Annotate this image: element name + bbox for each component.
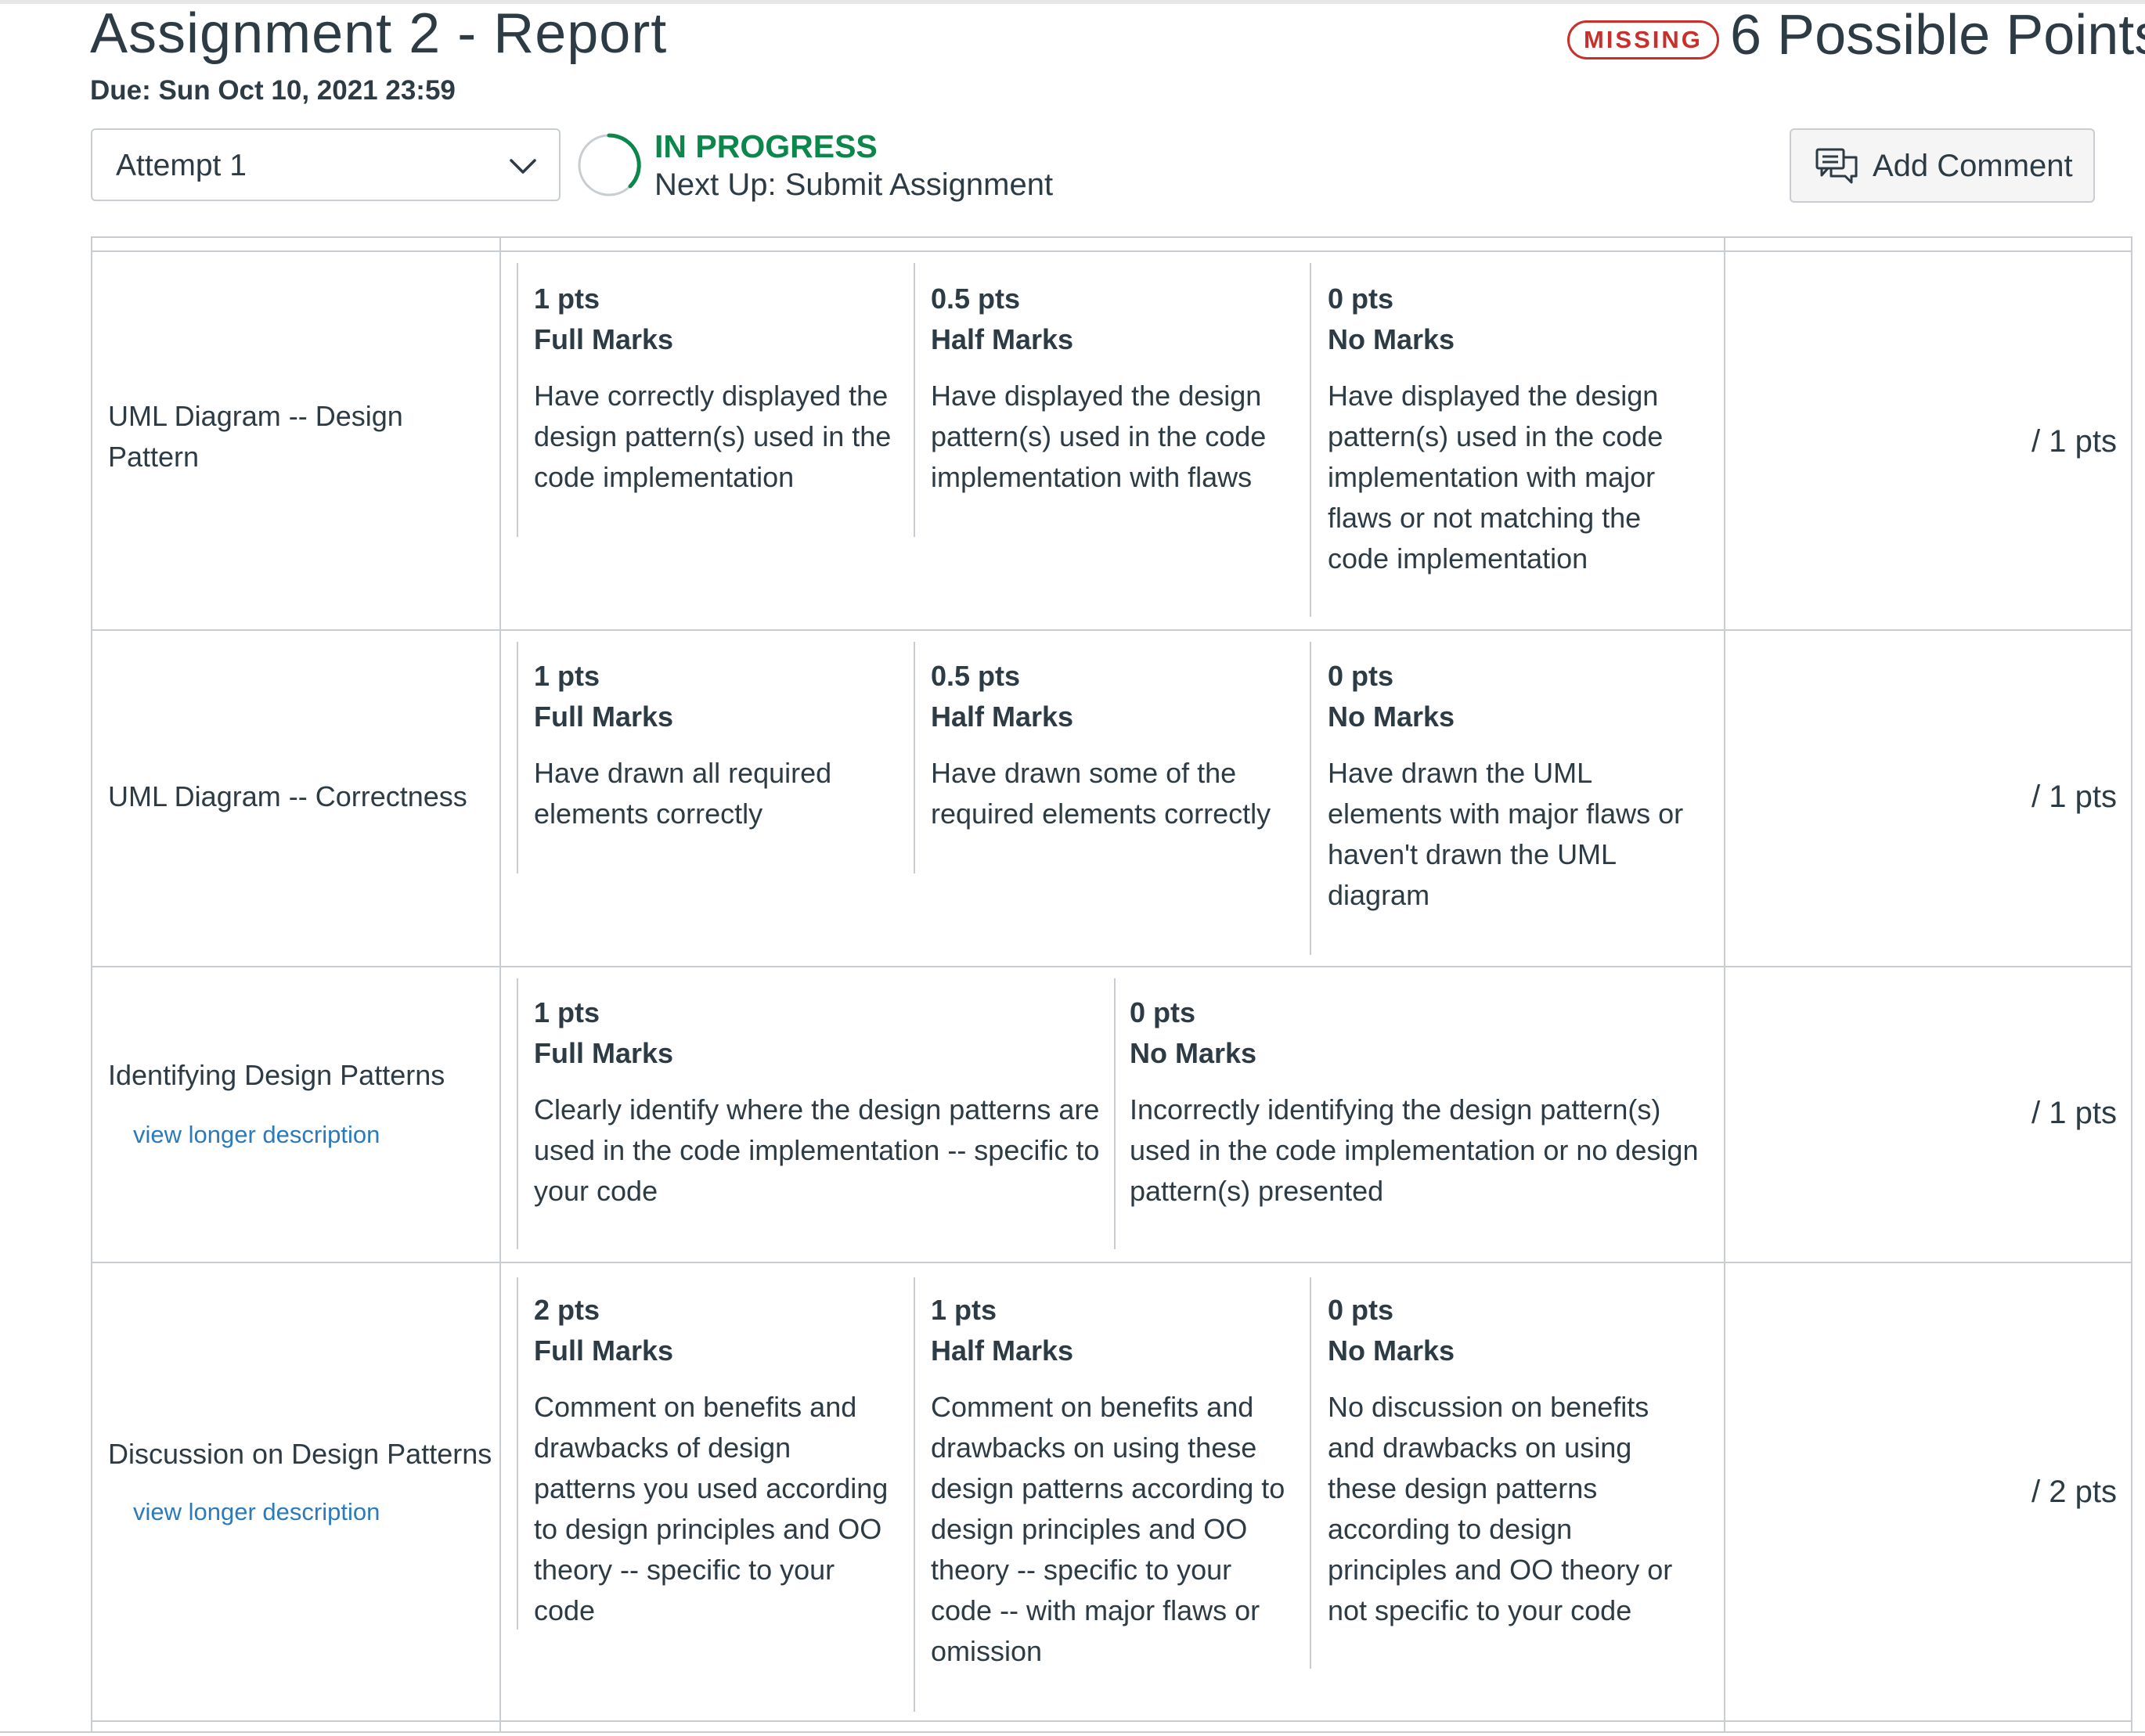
rating-title: Full Marks <box>534 1037 674 1069</box>
possible-points: 6 Possible Points <box>1730 4 2145 67</box>
rating-description: Comment on benefits and drawbacks on usi… <box>931 1391 1285 1667</box>
rating-cell[interactable]: 2 pts Full Marks Comment on benefits and… <box>534 1290 894 1631</box>
rating-divider <box>517 263 518 537</box>
rating-divider <box>914 263 915 537</box>
criterion-name: UML Diagram -- Correctness <box>108 780 467 812</box>
bottom-divider <box>0 1731 2145 1733</box>
table-right-border <box>2131 236 2132 1731</box>
table-top-border <box>91 236 2132 238</box>
assignment-title: Assignment 2 - Report <box>90 2 668 65</box>
view-longer-description-link[interactable]: view longer description <box>133 1498 380 1526</box>
attempt-select-value: Attempt 1 <box>116 149 247 182</box>
score-column-border <box>1724 236 1725 1731</box>
rating-divider <box>914 1277 915 1712</box>
rating-divider <box>517 1277 518 1630</box>
rating-description: Have drawn the UML elements with major f… <box>1328 757 1684 911</box>
rating-title: No Marks <box>1328 1334 1455 1367</box>
rating-points: 0 pts <box>1328 660 1394 692</box>
criterion-name: Identifying Design Patterns <box>108 1059 445 1091</box>
rating-points: 0.5 pts <box>931 660 1021 692</box>
rating-description: Incorrectly identifying the design patte… <box>1130 1093 1699 1207</box>
rating-title: No Marks <box>1328 323 1455 355</box>
criterion-name: Discussion on Design Patterns <box>108 1438 492 1470</box>
rating-description: Have displayed the design pattern(s) use… <box>1328 380 1664 574</box>
rating-description: Comment on benefits and drawbacks of des… <box>534 1391 889 1626</box>
rating-divider <box>1310 642 1311 955</box>
row-divider <box>91 629 2132 631</box>
rating-cell[interactable]: 0 pts No Marks Incorrectly identifying t… <box>1130 992 1701 1212</box>
view-longer-description-link[interactable]: view longer description <box>133 1121 380 1149</box>
rating-title: Half Marks <box>931 1334 1074 1367</box>
rating-title: No Marks <box>1130 1037 1257 1069</box>
due-date: Due: Sun Oct 10, 2021 23:59 <box>90 75 456 106</box>
rating-divider <box>1310 1277 1311 1669</box>
rating-cell[interactable]: 0 pts No Marks Have displayed the design… <box>1328 279 1696 579</box>
rating-divider <box>914 642 915 873</box>
rating-title: Full Marks <box>534 701 674 733</box>
row-divider <box>91 1262 2132 1263</box>
rating-description: Have correctly displayed the design patt… <box>534 380 892 493</box>
rating-points: 1 pts <box>931 1294 997 1326</box>
rating-points: 1 pts <box>534 660 600 692</box>
rating-title: Half Marks <box>931 323 1074 355</box>
row-divider <box>91 1720 2132 1722</box>
rating-points: 1 pts <box>534 283 600 315</box>
rating-cell[interactable]: 1 pts Full Marks Clearly identify where … <box>534 992 1105 1212</box>
rating-points: 2 pts <box>534 1294 600 1326</box>
rating-title: Half Marks <box>931 701 1074 733</box>
table-header-border <box>91 250 2132 252</box>
progress-ring-icon <box>578 133 641 196</box>
table-left-border <box>91 236 92 1731</box>
rating-cell[interactable]: 1 pts Half Marks Comment on benefits and… <box>931 1290 1299 1672</box>
rating-divider <box>1310 263 1311 617</box>
rating-points: 0 pts <box>1328 1294 1394 1326</box>
criterion-name: UML Diagram -- Design Pattern <box>108 400 403 473</box>
rating-points: 0 pts <box>1130 996 1196 1028</box>
rating-cell[interactable]: 1 pts Full Marks Have drawn all required… <box>534 656 894 834</box>
attempt-select[interactable]: Attempt 1 <box>91 128 561 201</box>
rating-divider <box>1114 978 1116 1249</box>
rating-points: 0 pts <box>1328 283 1394 315</box>
rating-divider <box>517 642 518 873</box>
rating-points: 1 pts <box>534 996 600 1028</box>
rating-title: Full Marks <box>534 1334 674 1367</box>
rating-points: 0.5 pts <box>931 283 1021 315</box>
rating-cell[interactable]: 0.5 pts Half Marks Have drawn some of th… <box>931 656 1291 834</box>
workflow-status: IN PROGRESS <box>654 128 878 164</box>
rating-description: Have displayed the design pattern(s) use… <box>931 380 1267 493</box>
criterion-score: / 1 pts <box>2031 424 2117 459</box>
rating-cell[interactable]: 0 pts No Marks Have drawn the UML elemen… <box>1328 656 1696 916</box>
rating-description: No discussion on benefits and drawbacks … <box>1328 1391 1673 1626</box>
criterion-score: / 1 pts <box>2031 1096 2117 1130</box>
rating-divider <box>517 978 518 1249</box>
rating-description: Clearly identify where the design patter… <box>534 1093 1100 1207</box>
rating-title: No Marks <box>1328 701 1455 733</box>
add-comment-label: Add Comment <box>1873 149 2073 183</box>
comment-icon <box>1815 148 1858 184</box>
chevron-down-icon <box>510 159 536 174</box>
rating-cell[interactable]: 1 pts Full Marks Have correctly displaye… <box>534 279 894 498</box>
missing-badge: MISSING <box>1567 20 1719 59</box>
next-up-text: Next Up: Submit Assignment <box>654 167 1054 202</box>
criterion-score: / 1 pts <box>2031 780 2117 814</box>
rating-cell[interactable]: 0.5 pts Half Marks Have displayed the de… <box>931 279 1291 498</box>
criterion-score: / 2 pts <box>2031 1475 2117 1509</box>
row-divider <box>91 966 2132 967</box>
add-comment-button[interactable]: Add Comment <box>1790 128 2095 203</box>
rating-description: Have drawn some of the required elements… <box>931 757 1271 830</box>
rating-title: Full Marks <box>534 323 674 355</box>
rating-description: Have drawn all required elements correct… <box>534 757 832 830</box>
criteria-column-border <box>499 236 501 1731</box>
rating-cell[interactable]: 0 pts No Marks No discussion on benefits… <box>1328 1290 1696 1631</box>
